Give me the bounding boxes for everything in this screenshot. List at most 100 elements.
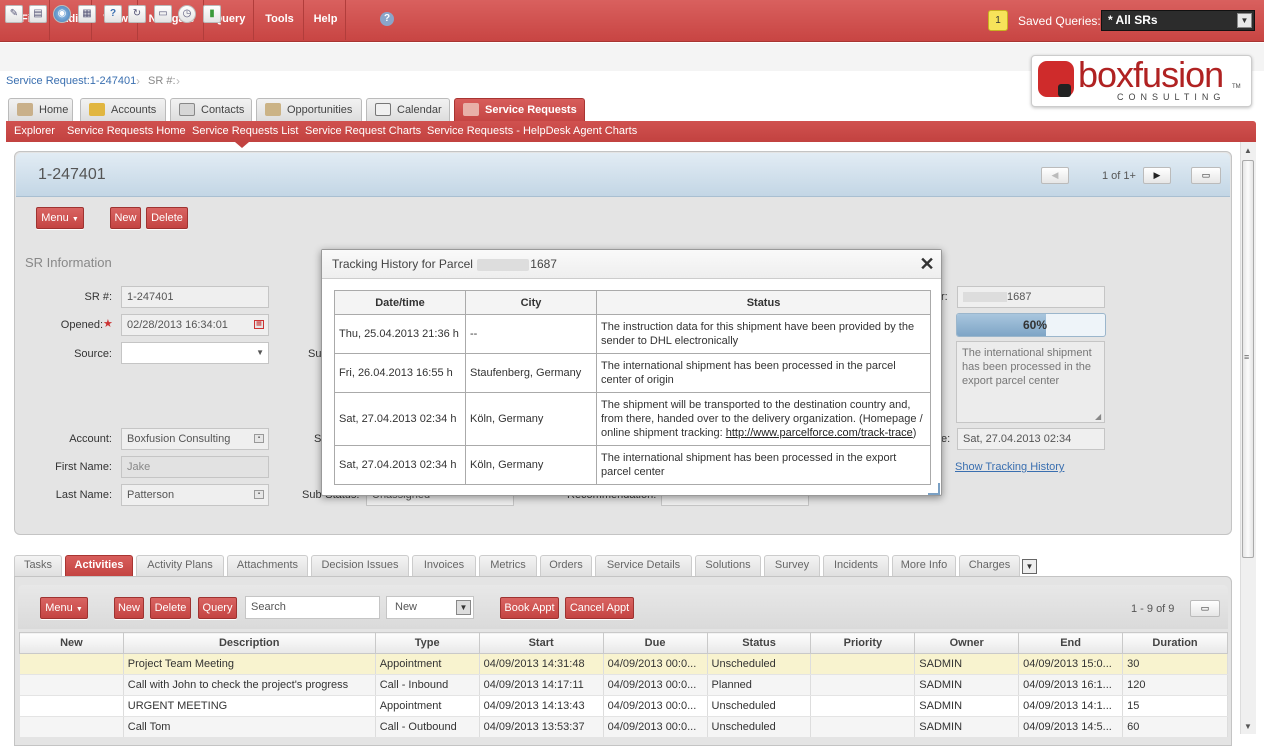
cell-description[interactable]: Call with John to check the project's pr… xyxy=(123,674,376,696)
last-name-field[interactable]: Patterson ▪ xyxy=(121,484,269,506)
keyboard-icon[interactable]: ▦ xyxy=(78,5,96,23)
book-appt-button[interactable]: Book Appt xyxy=(500,597,559,619)
menu-tools[interactable]: Tools xyxy=(256,0,304,40)
picker-icon[interactable]: ▪ xyxy=(254,434,264,443)
chart-icon[interactable]: ▮ xyxy=(203,5,221,23)
column-header-type[interactable]: Type xyxy=(374,632,480,654)
help-doc-icon[interactable]: ? xyxy=(104,5,122,23)
tracking-status-textarea[interactable]: The international shipment has been proc… xyxy=(956,341,1105,423)
table-row[interactable]: Call Tom Call - Outbound 04/09/2013 13:5… xyxy=(19,716,1228,738)
toggle-layout-icon[interactable]: ▭ xyxy=(1190,600,1220,617)
tab-calendar[interactable]: Calendar xyxy=(366,98,450,122)
form-delete-button[interactable]: Delete xyxy=(146,207,188,229)
tab-solutions[interactable]: Solutions xyxy=(695,555,761,576)
save-icon[interactable]: ▤ xyxy=(29,5,47,23)
new-record-icon[interactable]: ✎ xyxy=(5,5,23,23)
form-menu-button[interactable]: Menu ▼ xyxy=(36,207,84,229)
print-icon[interactable]: ▭ xyxy=(154,5,172,23)
globe-icon[interactable]: ◉ xyxy=(53,5,71,23)
subnav-service-request-charts[interactable]: Service Request Charts xyxy=(305,125,421,137)
parcelforce-link[interactable]: http://www.parcelforce.com/track-trace xyxy=(726,427,913,439)
menu-help[interactable]: Help xyxy=(306,0,346,40)
tab-survey[interactable]: Survey xyxy=(764,555,820,576)
resize-grip-icon[interactable] xyxy=(928,483,940,495)
resize-grip-icon[interactable]: ◢ xyxy=(1095,412,1101,421)
toggle-layout-icon[interactable]: ▭ xyxy=(1191,167,1221,184)
tab-service-details[interactable]: Service Details xyxy=(595,555,692,576)
menu-navigate[interactable]: Navigate xyxy=(140,0,204,40)
cell-type[interactable]: Call - Inbound xyxy=(375,674,480,696)
cell-status[interactable]: Unscheduled xyxy=(707,695,812,717)
table-row[interactable]: URGENT MEETING Appointment 04/09/2013 14… xyxy=(19,695,1228,717)
previous-record-button[interactable]: ◀ xyxy=(1041,167,1069,184)
cell-type[interactable]: Appointment xyxy=(375,695,480,717)
tab-opportunities[interactable]: Opportunities xyxy=(256,98,362,122)
saved-queries-select[interactable]: * All SRs ▼ xyxy=(1101,10,1255,31)
tracking-number-field[interactable]: 1687 xyxy=(957,286,1105,308)
list-menu-button[interactable]: Menu ▼ xyxy=(40,597,88,619)
cell-type[interactable]: Appointment xyxy=(375,653,480,675)
tab-decision-issues[interactable]: Decision Issues xyxy=(311,555,409,576)
list-query-button[interactable]: Query xyxy=(198,597,237,619)
cell-status[interactable]: Planned xyxy=(707,674,812,696)
opened-field[interactable]: 02/28/2013 16:34:01 ▦ xyxy=(121,314,269,336)
column-header-duration[interactable]: Duration xyxy=(1122,632,1228,654)
clock-icon[interactable]: ◷ xyxy=(178,5,196,23)
tab-contacts[interactable]: Contacts xyxy=(170,98,252,122)
sr-num-field[interactable]: 1-247401 xyxy=(121,286,269,308)
first-name-field[interactable]: Jake xyxy=(121,456,269,478)
more-tabs-chevron-icon[interactable]: ▼ xyxy=(1022,559,1037,574)
subnav-service-requests-home[interactable]: Service Requests Home xyxy=(67,125,186,137)
column-header-new[interactable]: New xyxy=(19,632,124,654)
tab-attachments[interactable]: Attachments xyxy=(227,555,308,576)
tab-more-info[interactable]: More Info xyxy=(892,555,956,576)
refresh-icon[interactable]: ↻ xyxy=(128,5,146,23)
breadcrumb-service-request[interactable]: Service Request:1-247401 xyxy=(6,75,136,87)
subnav-helpdesk[interactable]: Service Requests - HelpDesk xyxy=(427,125,571,137)
table-row[interactable]: Call with John to check the project's pr… xyxy=(19,674,1228,696)
tab-metrics[interactable]: Metrics xyxy=(479,555,537,576)
subnav-service-requests-list[interactable]: Service Requests List xyxy=(192,125,298,137)
cell-type[interactable]: Call - Outbound xyxy=(375,716,480,738)
form-new-button[interactable]: New xyxy=(110,207,141,229)
tab-service-requests[interactable]: Service Requests xyxy=(454,98,585,122)
scroll-down-icon[interactable]: ▼ xyxy=(1244,722,1252,731)
cell-description[interactable]: Project Team Meeting xyxy=(123,653,376,675)
list-new-button[interactable]: New xyxy=(114,597,144,619)
new-activity-select[interactable]: New ▼ xyxy=(386,596,474,619)
tab-incidents[interactable]: Incidents xyxy=(823,555,889,576)
cell-status[interactable]: Unscheduled xyxy=(707,653,812,675)
breadcrumb-sr-num[interactable]: SR #: xyxy=(148,75,176,87)
subnav-agent-charts[interactable]: Agent Charts xyxy=(573,125,637,137)
cell-description[interactable]: Call Tom xyxy=(123,716,376,738)
list-delete-button[interactable]: Delete xyxy=(150,597,191,619)
tab-activity-plans[interactable]: Activity Plans xyxy=(136,555,224,576)
column-header-start[interactable]: Start xyxy=(478,632,604,654)
column-header-end[interactable]: End xyxy=(1018,632,1124,654)
column-header-due[interactable]: Due xyxy=(602,632,708,654)
help-icon[interactable]: ? xyxy=(380,12,394,26)
picker-icon[interactable]: ▪ xyxy=(254,490,264,499)
tab-accounts[interactable]: Accounts xyxy=(80,98,166,122)
table-row[interactable]: Project Team Meeting Appointment 04/09/2… xyxy=(19,653,1228,675)
cell-status[interactable]: Unscheduled xyxy=(707,716,812,738)
subnav-explorer[interactable]: Explorer xyxy=(14,125,55,137)
tab-activities[interactable]: Activities xyxy=(65,555,133,576)
close-icon[interactable]: ✕ xyxy=(918,255,936,273)
tab-invoices[interactable]: Invoices xyxy=(412,555,476,576)
tab-orders[interactable]: Orders xyxy=(540,555,592,576)
cancel-appt-button[interactable]: Cancel Appt xyxy=(565,597,634,619)
next-record-button[interactable]: ▶ xyxy=(1143,167,1171,184)
tab-charges[interactable]: Charges xyxy=(959,555,1020,576)
column-header-description[interactable]: Description xyxy=(122,632,376,654)
cell-description[interactable]: URGENT MEETING xyxy=(123,695,376,717)
column-header-status[interactable]: Status xyxy=(706,632,812,654)
tab-home[interactable]: Home xyxy=(8,98,73,122)
column-header-owner[interactable]: Owner xyxy=(914,632,1020,654)
calendar-icon[interactable]: ▦ xyxy=(254,320,264,329)
tab-tasks[interactable]: Tasks xyxy=(14,555,62,576)
column-header-priority[interactable]: Priority xyxy=(810,632,916,654)
source-select[interactable]: ▼ xyxy=(121,342,269,364)
scroll-up-icon[interactable]: ▲ xyxy=(1244,146,1252,155)
tracking-date-field[interactable]: Sat, 27.04.2013 02:34 xyxy=(957,428,1105,450)
